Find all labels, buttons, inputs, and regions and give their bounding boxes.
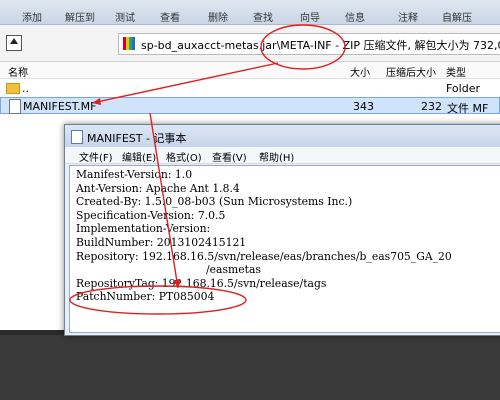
column-type[interactable]: 类型 xyxy=(446,64,466,79)
text-line: PatchNumber: PT085004 xyxy=(76,290,215,304)
menu-view[interactable]: 查看(V) xyxy=(212,149,247,164)
column-size[interactable]: 大小 xyxy=(350,64,370,79)
toolbar-find[interactable]: 查找 xyxy=(253,9,273,24)
file-packed-size: 232 xyxy=(421,100,442,113)
toolbar-sfx[interactable]: 自解压 xyxy=(442,9,472,24)
column-name[interactable]: 名称 xyxy=(8,64,28,79)
toolbar-test[interactable]: 测试 xyxy=(115,9,135,24)
file-type: Folder xyxy=(446,82,480,95)
notepad-window: MANIFEST - 记事本 文件(F) 编辑(E) 格式(O) 查看(V) 帮… xyxy=(64,124,500,336)
menu-format[interactable]: 格式(O) xyxy=(166,149,202,164)
text-line: /easmetas xyxy=(206,263,261,277)
toolbar-extract[interactable]: 解压到 xyxy=(65,9,95,24)
up-folder-icon[interactable] xyxy=(6,35,22,51)
path-field[interactable]: sp-bd_auxacct-metas.jar\META-INF - ZIP 压… xyxy=(118,33,500,55)
archive-icon xyxy=(123,37,135,50)
text-line: Created-By: 1.5.0_08-b03 (Sun Microsyste… xyxy=(76,195,353,209)
path-text: sp-bd_auxacct-metas.jar\META-INF - ZIP 压… xyxy=(141,39,500,52)
file-name: MANIFEST.MF xyxy=(23,100,97,113)
notepad-text-area[interactable]: Manifest-Version: 1.0 Ant-Version: Apach… xyxy=(69,165,500,333)
toolbar-wizard[interactable]: 向导 xyxy=(300,9,320,24)
column-packed[interactable]: 压缩后大小 xyxy=(386,64,436,79)
toolbar-view[interactable]: 查看 xyxy=(160,9,180,24)
list-item[interactable]: MANIFEST.MF 343 232 文件 MF xyxy=(0,97,500,115)
window-title: MANIFEST - 记事本 xyxy=(87,132,187,145)
toolbar-comment[interactable]: 注释 xyxy=(398,9,418,24)
toolbar-info[interactable]: 信息 xyxy=(345,9,365,24)
text-line: BuildNumber: 2013102415121 xyxy=(76,235,247,249)
file-name: .. xyxy=(22,82,29,95)
text-line: Manifest-Version: 1.0 xyxy=(76,168,193,181)
path-bar: sp-bd_auxacct-metas.jar\META-INF - ZIP 压… xyxy=(0,25,500,62)
toolbar-delete[interactable]: 删除 xyxy=(208,9,228,24)
text-line: Ant-Version: Apache Ant 1.8.4 xyxy=(76,181,240,195)
background-area xyxy=(0,335,500,400)
file-size: 343 xyxy=(353,100,374,113)
menu-file[interactable]: 文件(F) xyxy=(79,149,113,164)
list-item[interactable]: .. Folder xyxy=(0,80,500,97)
file-icon xyxy=(9,99,21,114)
notepad-menubar: 文件(F) 编辑(E) 格式(O) 查看(V) 帮助(H) xyxy=(65,147,500,164)
file-type: 文件 MF xyxy=(447,102,489,115)
text-line: Repository: 192.168.16.5/svn/release/eas… xyxy=(76,249,452,263)
menu-help[interactable]: 帮助(H) xyxy=(259,149,294,164)
archive-toolbar: 添加 解压到 测试 查看 删除 查找 向导 信息 注释 自解压 xyxy=(0,0,500,25)
text-line: Specification-Version: 7.0.5 xyxy=(76,208,226,222)
file-list-header: 名称 大小 压缩后大小 类型 xyxy=(0,62,500,79)
notepad-titlebar[interactable]: MANIFEST - 记事本 xyxy=(65,125,500,147)
menu-edit[interactable]: 编辑(E) xyxy=(122,149,156,164)
notepad-icon xyxy=(71,130,83,144)
text-line: RepositoryTag: 192.168.16.5/svn/release/… xyxy=(76,276,327,290)
text-line: Implementation-Version: xyxy=(76,222,211,236)
toolbar-add[interactable]: 添加 xyxy=(22,9,42,24)
folder-icon xyxy=(6,83,20,94)
